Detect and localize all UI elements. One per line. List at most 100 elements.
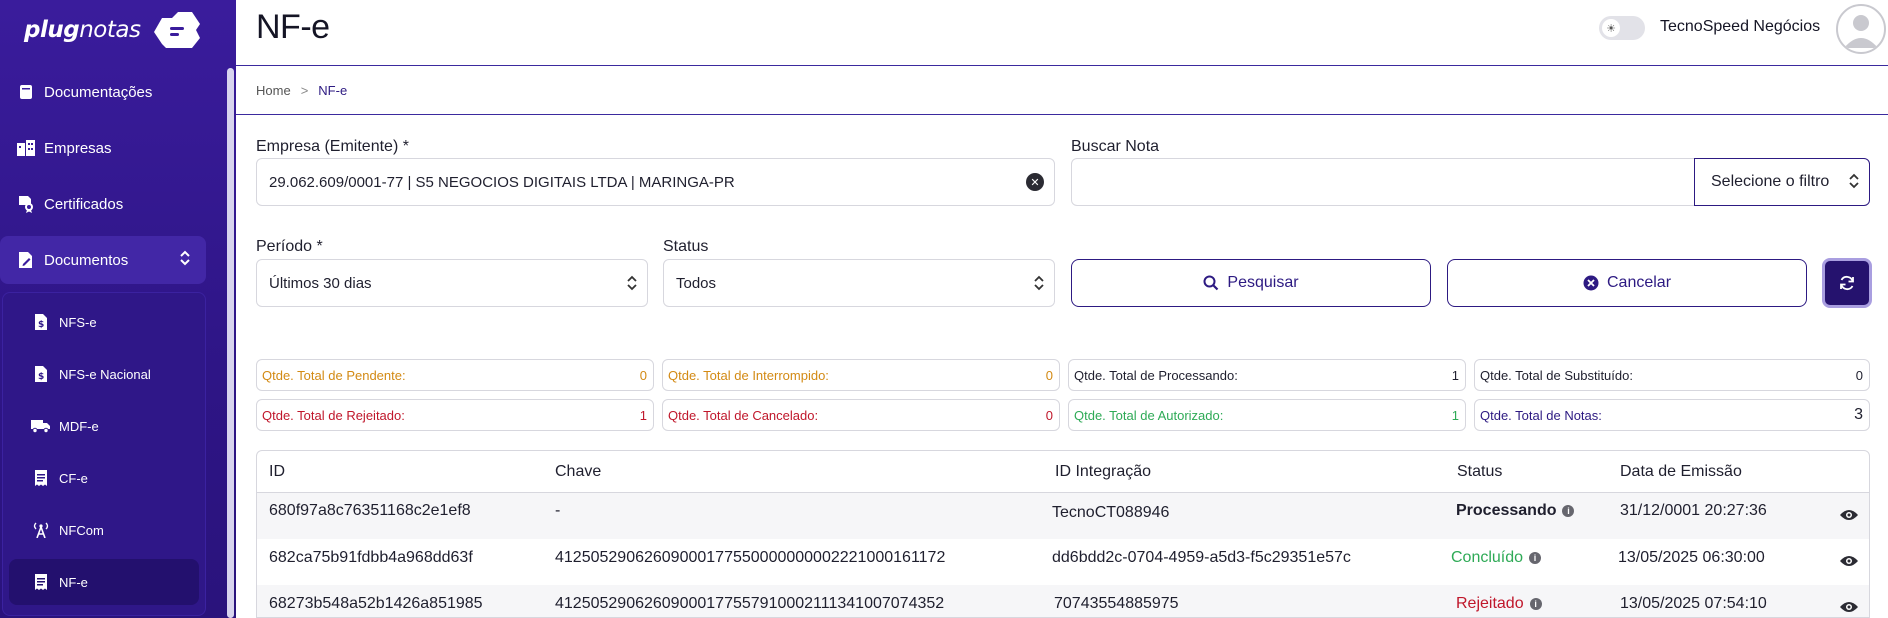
user-avatar-icon (1844, 15, 1878, 48)
sidebar-item-mdfe[interactable]: MDF-e (9, 403, 199, 449)
stat-label: Qtde. Total de Autorizado: (1074, 407, 1224, 423)
company-name[interactable]: TecnoSpeed Negócios (1660, 18, 1820, 36)
receipt-icon (31, 469, 51, 487)
cancelar-button[interactable]: Cancelar (1447, 259, 1807, 307)
cell-data-emissao: 31/12/0001 20:27:36 (1620, 502, 1767, 519)
stat-cancelado: Qtde. Total de Cancelado: 0 (662, 399, 1060, 431)
breadcrumb-home[interactable]: Home (256, 83, 291, 98)
stat-label: Qtde. Total de Processando: (1074, 367, 1238, 383)
eye-icon[interactable] (1839, 600, 1859, 617)
stat-autorizado: Qtde. Total de Autorizado: 1 (1068, 399, 1466, 431)
top-header: NF-e ☀ TecnoSpeed Negócios (236, 0, 1888, 66)
sidebar-item-label: MDF-e (59, 418, 99, 434)
cell-status: Concluído i (1451, 549, 1542, 567)
column-header-status[interactable]: Status (1457, 463, 1502, 481)
dollar-file-icon: $ (31, 365, 51, 383)
eye-icon[interactable] (1839, 508, 1859, 527)
cell-id-integracao: TecnoCT088946 (1052, 504, 1170, 521)
sidebar-item-nfse[interactable]: $ NFS-e (9, 299, 199, 345)
sidebar-item-cfe[interactable]: CF-e (9, 455, 199, 501)
buscar-nota-input[interactable] (1071, 158, 1695, 206)
sidebar-scrollbar[interactable] (227, 68, 234, 618)
sidebar-scrollbar-thumb[interactable] (227, 68, 234, 618)
stat-total-notas: Qtde. Total de Notas: 3 (1474, 399, 1870, 431)
sidebar-item-nfcom[interactable]: NFCom (9, 507, 199, 553)
cell-chave: 4125052906260900017755791000211134100707… (555, 595, 945, 612)
sidebar-item-nfe[interactable]: NF-e (9, 559, 199, 605)
breadcrumb-current: NF-e (318, 83, 348, 98)
column-header-data-emissao[interactable]: Data de Emissão (1620, 463, 1742, 481)
status-select[interactable]: Todos (663, 259, 1055, 307)
cell-data-emissao: 13/05/2025 06:30:00 (1618, 549, 1765, 566)
cell-id-integracao: 70743554885975 (1054, 595, 1179, 612)
stat-rejeitado: Qtde. Total de Rejeitado: 1 (256, 399, 654, 431)
svg-text:$: $ (38, 372, 44, 382)
table-row[interactable]: 680f97a8c76351168c2e1ef8 - TecnoCT088946… (257, 493, 1869, 539)
breadcrumb-separator: > (300, 83, 309, 98)
buildings-icon (16, 138, 36, 158)
chevron-up-down-icon (1849, 173, 1859, 190)
column-header-id[interactable]: ID (269, 463, 285, 481)
logo[interactable]: plugnotas (24, 4, 206, 56)
stat-substituido: Qtde. Total de Substituído: 0 (1474, 359, 1870, 391)
filter-select[interactable]: Selecione o filtro (1694, 158, 1870, 206)
sidebar-item-label: CF-e (59, 470, 88, 486)
book-icon (16, 82, 36, 102)
empresa-value: 29.062.609/0001-77 | S5 NEGOCIOS DIGITAI… (269, 173, 735, 191)
stat-value: 0 (1855, 367, 1863, 383)
theme-toggle[interactable]: ☀ (1599, 16, 1645, 40)
sidebar-item-documentacoes[interactable]: Documentações (0, 68, 220, 116)
status-value: Todos (676, 274, 717, 292)
column-header-chave[interactable]: Chave (555, 463, 601, 481)
sidebar-item-label: Empresas (44, 139, 112, 157)
clear-icon[interactable]: ✕ (1026, 173, 1044, 191)
breadcrumb: Home > NF-e (256, 83, 347, 98)
cell-id-integracao: dd6bdd2c-0704-4959-a5d3-f5c29351e57c (1052, 549, 1351, 566)
stat-value: 1 (639, 407, 647, 423)
empresa-select[interactable]: 29.062.609/0001-77 | S5 NEGOCIOS DIGITAI… (256, 158, 1055, 206)
stat-value: 3 (1854, 406, 1863, 423)
stat-value: 0 (1045, 367, 1053, 383)
info-icon[interactable]: i (1562, 504, 1575, 517)
stat-value: 0 (1045, 407, 1053, 423)
sidebar-item-empresas[interactable]: Empresas (0, 124, 220, 172)
dollar-file-icon: $ (31, 313, 51, 331)
sidebar-item-label: NF-e (59, 574, 88, 590)
table-row[interactable]: 682ca75b91fdbb4a968dd63f 412505290626090… (257, 539, 1869, 585)
stat-value: 0 (639, 367, 647, 383)
pesquisar-button[interactable]: Pesquisar (1071, 259, 1431, 307)
sun-icon: ☀ (1602, 19, 1620, 37)
status-text: Rejeitado (1456, 595, 1524, 612)
info-icon[interactable]: i (1529, 551, 1542, 564)
sidebar-item-nfse-nacional[interactable]: $ NFS-e Nacional (9, 351, 199, 397)
info-icon[interactable]: i (1529, 597, 1542, 610)
stat-interrompido: Qtde. Total de Interrompido: 0 (662, 359, 1060, 391)
sidebar: plugnotas Documentações Empresas Certifi… (0, 0, 236, 618)
sidebar-item-label: NFCom (59, 522, 104, 538)
sidebar-item-certificados[interactable]: Certificados (0, 180, 220, 228)
stat-label: Qtde. Total de Notas: (1480, 407, 1602, 423)
cell-chave: 4125052906260900017755000000000222100016… (555, 549, 946, 566)
truck-icon (31, 417, 51, 435)
periodo-select[interactable]: Últimos 30 dias (256, 259, 648, 307)
chevron-up-down-icon (1034, 275, 1044, 292)
chevron-up-down-icon (180, 250, 190, 269)
table-row[interactable]: 68273b548a52b1426a851985 412505290626090… (257, 585, 1869, 617)
sidebar-item-label: Certificados (44, 195, 124, 213)
column-header-id-integracao[interactable]: ID Integração (1055, 463, 1151, 481)
refresh-button[interactable] (1822, 258, 1872, 308)
avatar[interactable] (1836, 4, 1886, 54)
logo-text: plugnotas (24, 17, 141, 43)
eye-icon[interactable] (1839, 554, 1859, 573)
notes-table: ID Chave ID Integração Status Data de Em… (256, 450, 1870, 618)
stat-label: Qtde. Total de Rejeitado: (262, 407, 405, 423)
sidebar-item-label: Documentações (44, 83, 153, 101)
search-icon (1203, 275, 1219, 291)
empresa-label: Empresa (Emitente) * (256, 138, 409, 155)
status-text: Concluído (1451, 549, 1524, 566)
sidebar-item-documentos[interactable]: Documentos (0, 236, 206, 284)
stat-label: Qtde. Total de Substituído: (1480, 367, 1633, 383)
chevron-up-down-icon (627, 275, 637, 292)
cell-id: 682ca75b91fdbb4a968dd63f (269, 549, 473, 566)
antenna-icon (31, 521, 51, 539)
